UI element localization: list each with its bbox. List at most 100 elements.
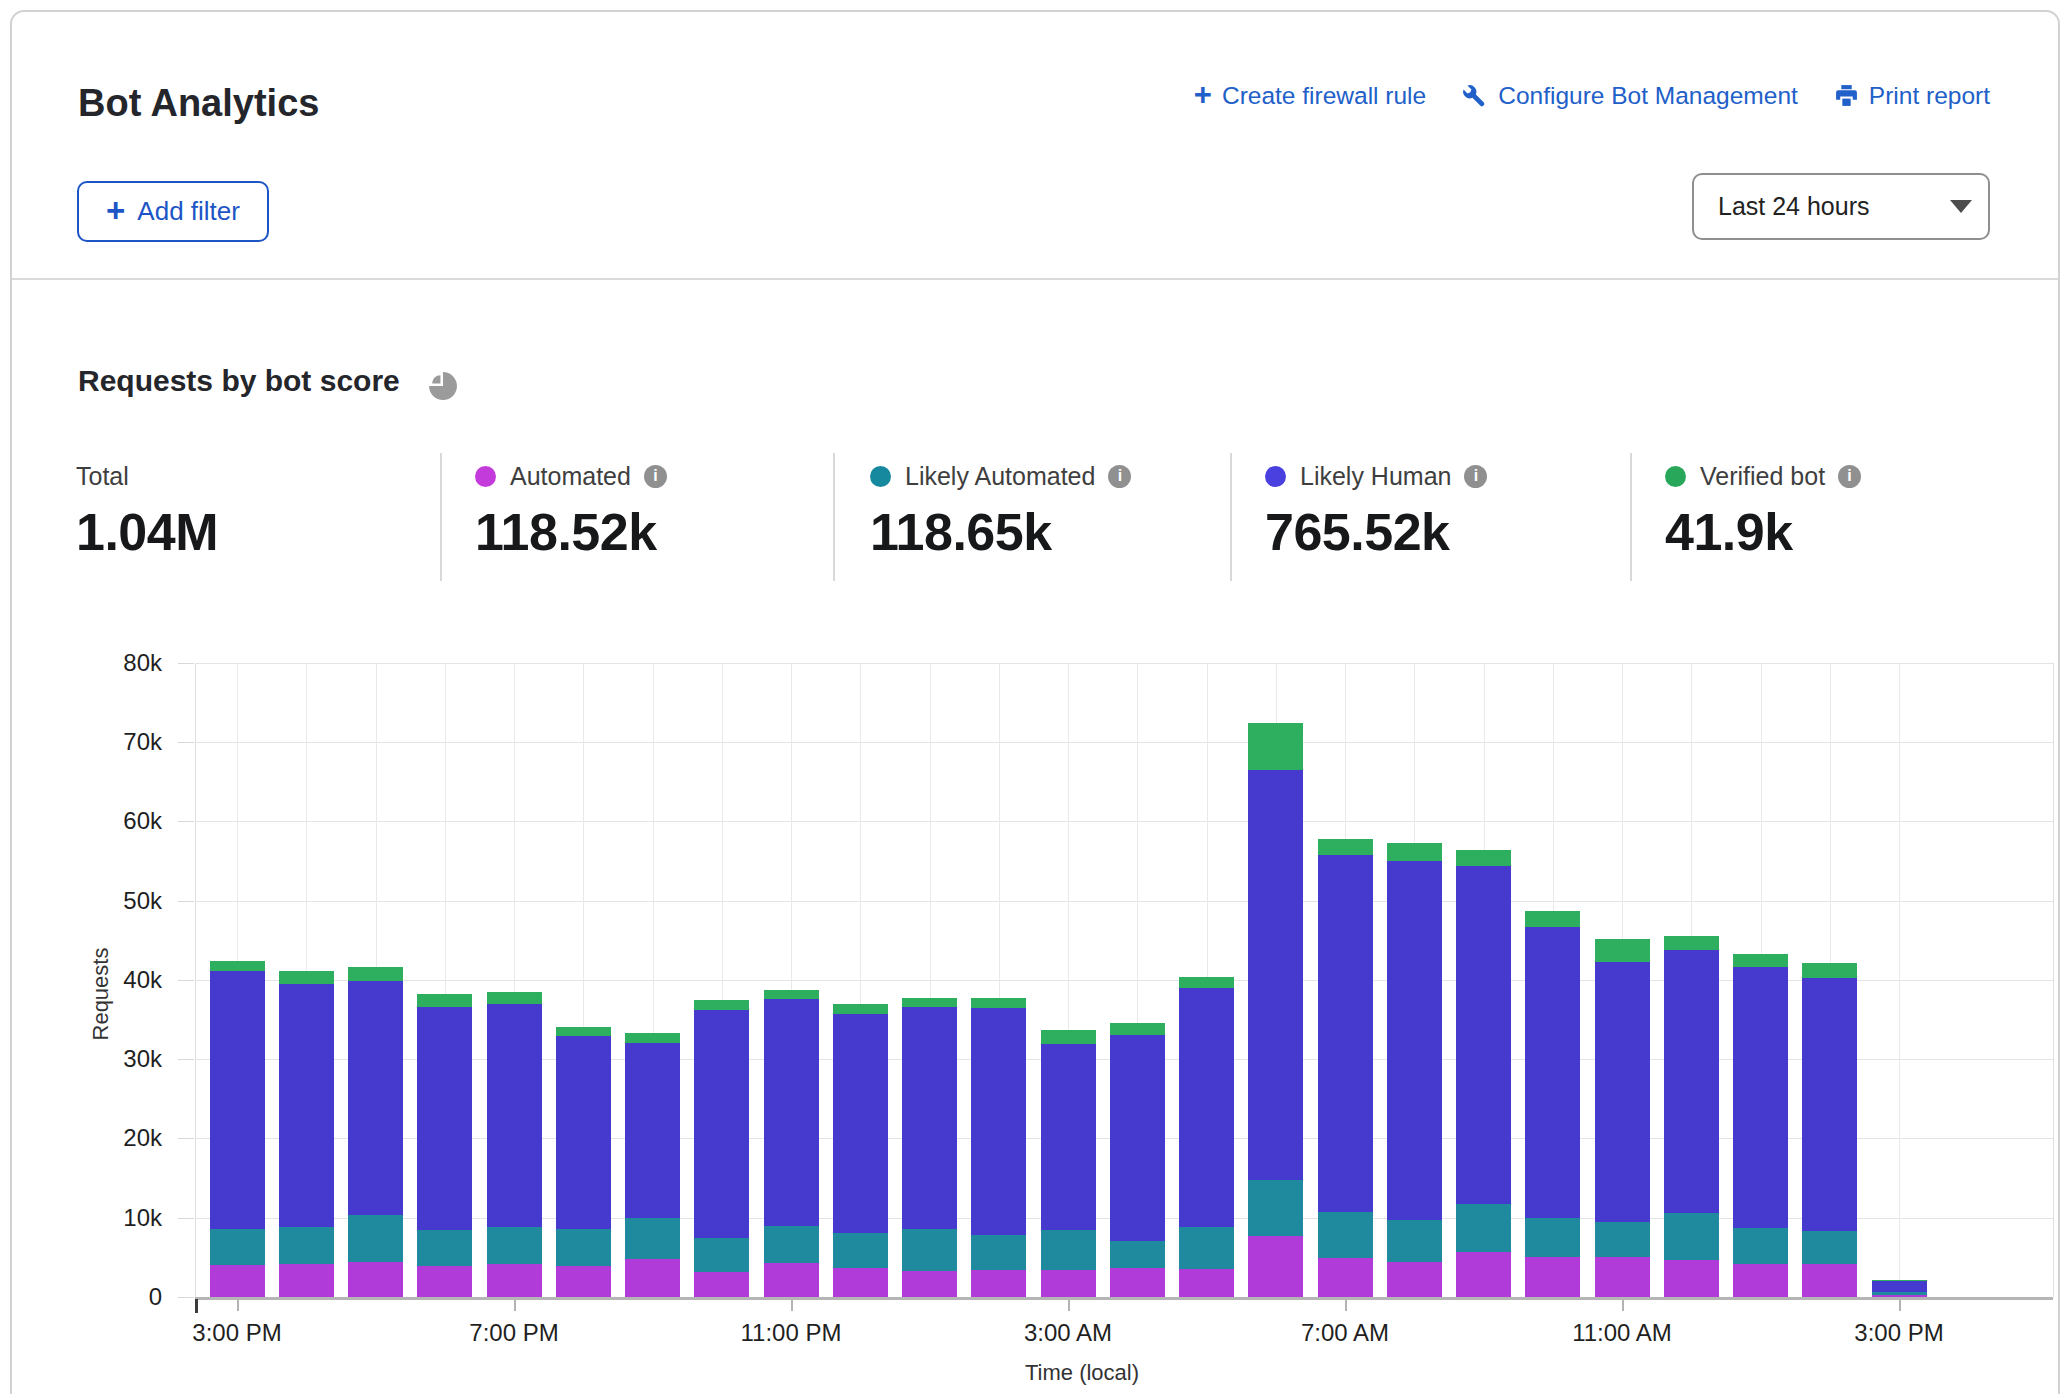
- bar-segment-verified-bot[interactable]: [348, 967, 403, 980]
- configure-bot-management-link[interactable]: Configure Bot Management: [1462, 82, 1798, 110]
- bar-segment-verified-bot[interactable]: [417, 994, 472, 1007]
- bar-segment-verified-bot[interactable]: [1110, 1023, 1165, 1034]
- bar-segment-likely-human[interactable]: [1318, 855, 1373, 1212]
- bar-segment-automated[interactable]: [694, 1272, 749, 1297]
- bar-segment-likely-automated[interactable]: [1802, 1231, 1857, 1264]
- bar-segment-likely-automated[interactable]: [417, 1230, 472, 1266]
- bar-segment-automated[interactable]: [556, 1266, 611, 1297]
- bar-segment-verified-bot[interactable]: [1733, 954, 1788, 967]
- bar-segment-likely-automated[interactable]: [902, 1229, 957, 1271]
- bar-segment-verified-bot[interactable]: [764, 990, 819, 999]
- bar-segment-likely-automated[interactable]: [279, 1227, 334, 1264]
- bar-segment-verified-bot[interactable]: [1318, 839, 1373, 855]
- bar-segment-likely-human[interactable]: [1041, 1044, 1096, 1230]
- bar-segment-likely-human[interactable]: [487, 1004, 542, 1227]
- bar-segment-automated[interactable]: [348, 1262, 403, 1297]
- bar-segment-likely-automated[interactable]: [1318, 1212, 1373, 1258]
- bar-segment-likely-human[interactable]: [1525, 927, 1580, 1217]
- bar-segment-likely-automated[interactable]: [1179, 1227, 1234, 1269]
- bar-segment-likely-human[interactable]: [1664, 950, 1719, 1213]
- bar-segment-likely-human[interactable]: [902, 1007, 957, 1229]
- bar-segment-verified-bot[interactable]: [1456, 850, 1511, 866]
- bar-segment-verified-bot[interactable]: [1387, 843, 1442, 860]
- bar-segment-verified-bot[interactable]: [1664, 936, 1719, 949]
- bar-segment-verified-bot[interactable]: [971, 998, 1026, 1008]
- bar-segment-automated[interactable]: [1456, 1252, 1511, 1297]
- bar-segment-automated[interactable]: [487, 1264, 542, 1297]
- time-range-select[interactable]: Last 24 hours: [1692, 173, 1990, 240]
- bar-segment-automated[interactable]: [279, 1264, 334, 1297]
- bar-segment-likely-human[interactable]: [417, 1007, 472, 1230]
- bar-segment-likely-human[interactable]: [1802, 978, 1857, 1231]
- bar-segment-likely-automated[interactable]: [1872, 1292, 1927, 1294]
- bar-segment-automated[interactable]: [417, 1266, 472, 1297]
- bar-segment-likely-automated[interactable]: [694, 1238, 749, 1272]
- bar-segment-automated[interactable]: [1595, 1257, 1650, 1297]
- bar-segment-automated[interactable]: [902, 1271, 957, 1297]
- bar-segment-automated[interactable]: [1110, 1268, 1165, 1297]
- bar-segment-verified-bot[interactable]: [1872, 1280, 1927, 1281]
- bar-segment-verified-bot[interactable]: [210, 961, 265, 971]
- info-icon[interactable]: i: [644, 465, 667, 488]
- bar-segment-likely-human[interactable]: [1179, 988, 1234, 1227]
- bar-segment-likely-human[interactable]: [556, 1036, 611, 1229]
- bar-segment-likely-human[interactable]: [348, 981, 403, 1215]
- bar-segment-likely-human[interactable]: [1595, 962, 1650, 1222]
- info-icon[interactable]: i: [1108, 465, 1131, 488]
- bar-segment-likely-automated[interactable]: [1387, 1220, 1442, 1262]
- info-icon[interactable]: i: [1838, 465, 1861, 488]
- bar-segment-verified-bot[interactable]: [1595, 939, 1650, 962]
- info-icon[interactable]: i: [1464, 465, 1487, 488]
- bar-segment-likely-human[interactable]: [694, 1010, 749, 1238]
- bar-segment-likely-human[interactable]: [764, 999, 819, 1227]
- bar-segment-verified-bot[interactable]: [902, 998, 957, 1007]
- bar-segment-likely-automated[interactable]: [971, 1235, 1026, 1270]
- bar-segment-likely-human[interactable]: [971, 1008, 1026, 1235]
- bar-segment-automated[interactable]: [1733, 1264, 1788, 1297]
- bar-segment-verified-bot[interactable]: [1802, 963, 1857, 978]
- bar-segment-likely-human[interactable]: [1733, 967, 1788, 1228]
- bar-segment-automated[interactable]: [1664, 1260, 1719, 1297]
- bar-segment-likely-automated[interactable]: [1110, 1241, 1165, 1269]
- bar-segment-automated[interactable]: [1318, 1258, 1373, 1297]
- bar-segment-automated[interactable]: [1387, 1262, 1442, 1297]
- bar-segment-likely-automated[interactable]: [625, 1218, 680, 1259]
- bar-segment-verified-bot[interactable]: [556, 1027, 611, 1037]
- bar-segment-likely-automated[interactable]: [764, 1226, 819, 1262]
- add-filter-button[interactable]: + Add filter: [77, 181, 269, 242]
- bar-segment-verified-bot[interactable]: [833, 1004, 888, 1014]
- bar-segment-likely-automated[interactable]: [1525, 1218, 1580, 1258]
- bar-segment-automated[interactable]: [210, 1265, 265, 1297]
- bar-segment-likely-human[interactable]: [1248, 770, 1303, 1180]
- bar-segment-likely-automated[interactable]: [348, 1215, 403, 1263]
- bar-segment-likely-human[interactable]: [210, 971, 265, 1229]
- bar-segment-verified-bot[interactable]: [1179, 977, 1234, 987]
- bar-segment-likely-automated[interactable]: [1733, 1228, 1788, 1264]
- bar-segment-likely-automated[interactable]: [556, 1229, 611, 1266]
- bar-segment-likely-automated[interactable]: [1595, 1222, 1650, 1258]
- bar-segment-automated[interactable]: [833, 1268, 888, 1297]
- bar-segment-verified-bot[interactable]: [1041, 1030, 1096, 1044]
- bar-segment-verified-bot[interactable]: [1525, 911, 1580, 928]
- bar-segment-likely-automated[interactable]: [1041, 1230, 1096, 1270]
- bar-segment-automated[interactable]: [1041, 1270, 1096, 1297]
- bar-segment-verified-bot[interactable]: [625, 1033, 680, 1043]
- bar-segment-verified-bot[interactable]: [487, 992, 542, 1004]
- bar-segment-likely-automated[interactable]: [1664, 1213, 1719, 1260]
- bar-segment-verified-bot[interactable]: [694, 1000, 749, 1010]
- bar-segment-automated[interactable]: [764, 1263, 819, 1297]
- bar-segment-likely-human[interactable]: [1387, 861, 1442, 1220]
- bar-segment-likely-automated[interactable]: [1456, 1204, 1511, 1252]
- print-report-link[interactable]: Print report: [1834, 82, 1990, 110]
- bar-segment-likely-human[interactable]: [279, 984, 334, 1227]
- bar-segment-likely-automated[interactable]: [210, 1229, 265, 1265]
- bar-segment-likely-human[interactable]: [625, 1043, 680, 1217]
- bar-segment-automated[interactable]: [1802, 1264, 1857, 1297]
- bar-segment-automated[interactable]: [1525, 1257, 1580, 1297]
- bar-segment-likely-automated[interactable]: [833, 1233, 888, 1268]
- bar-segment-automated[interactable]: [625, 1259, 680, 1297]
- bar-segment-automated[interactable]: [1179, 1269, 1234, 1297]
- bar-segment-likely-automated[interactable]: [1248, 1180, 1303, 1236]
- bar-segment-automated[interactable]: [971, 1270, 1026, 1297]
- bar-segment-likely-human[interactable]: [833, 1014, 888, 1233]
